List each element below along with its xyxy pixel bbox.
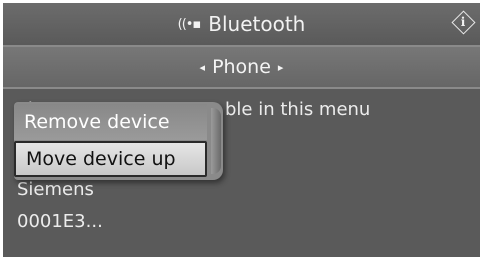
title-bar: ((•▪ Bluetooth i <box>3 3 480 47</box>
bluetooth-signal-icon: ((•▪ <box>177 16 202 32</box>
category-label: Phone <box>212 56 271 78</box>
right-arrow-icon[interactable]: ▸ <box>278 61 284 74</box>
info-icon[interactable]: i <box>450 9 476 35</box>
device-address: 0001E3... <box>17 211 103 232</box>
device-name[interactable]: Siemens <box>17 179 94 200</box>
left-arrow-icon[interactable]: ◂ <box>200 61 206 74</box>
menu-item-move-device-up[interactable]: Move device up <box>14 141 207 177</box>
info-letter: i <box>460 15 466 29</box>
menu-scroll-edge <box>211 108 221 174</box>
context-menu: Remove device Move device up <box>14 102 223 180</box>
message-text: ble in this menu <box>225 99 371 120</box>
page-title: Bluetooth <box>208 12 306 36</box>
bluetooth-screen: ((•▪ Bluetooth i ◂ Phone ▸ Ph ble in thi… <box>0 0 483 260</box>
category-selector[interactable]: ◂ Phone ▸ <box>3 47 480 89</box>
menu-item-remove-device[interactable]: Remove device <box>14 104 207 140</box>
